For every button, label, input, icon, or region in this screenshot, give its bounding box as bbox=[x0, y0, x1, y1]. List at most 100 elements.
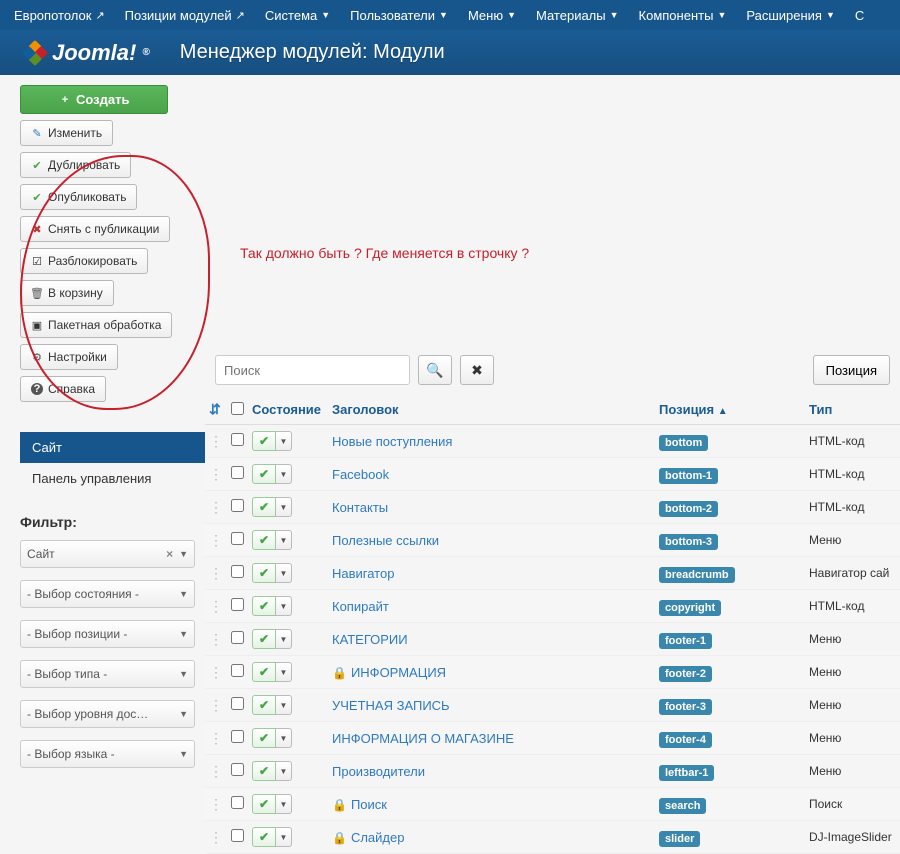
tab-admin[interactable]: Панель управления bbox=[20, 463, 205, 494]
publish-state-button[interactable]: ✔▼ bbox=[252, 728, 292, 748]
drag-handle-icon[interactable]: ⋮ bbox=[209, 829, 223, 845]
col-position[interactable]: Позиция ▲ bbox=[655, 395, 805, 425]
publish-state-button[interactable]: ✔▼ bbox=[252, 794, 292, 814]
module-title-link[interactable]: Производители bbox=[332, 764, 425, 779]
duplicate-button[interactable]: ✔Дублировать bbox=[20, 152, 131, 178]
drag-handle-icon[interactable]: ⋮ bbox=[209, 532, 223, 548]
module-title-link[interactable]: Facebook bbox=[332, 467, 389, 482]
new-button[interactable]: +Создать bbox=[20, 85, 168, 114]
gear-icon: ⚙ bbox=[31, 351, 43, 363]
nav-европотолок[interactable]: Европотолок ↗ bbox=[6, 8, 113, 23]
drag-handle-icon[interactable]: ⋮ bbox=[209, 796, 223, 812]
table-row: ⋮✔▼УЧЕТНАЯ ЗАПИСЬfooter-3Меню bbox=[205, 689, 900, 722]
drag-handle-icon[interactable]: ⋮ bbox=[209, 631, 223, 647]
position-badge: bottom-2 bbox=[659, 501, 718, 517]
nav-меню[interactable]: Меню ▼ bbox=[460, 8, 524, 23]
nav-система[interactable]: Система ▼ bbox=[257, 8, 338, 23]
row-checkbox[interactable] bbox=[231, 433, 244, 446]
drag-handle-icon[interactable]: ⋮ bbox=[209, 499, 223, 515]
row-checkbox[interactable] bbox=[231, 499, 244, 512]
nav-пользователи[interactable]: Пользователи ▼ bbox=[342, 8, 456, 23]
module-title-link[interactable]: Навигатор bbox=[332, 566, 394, 581]
nav-позиции модулей[interactable]: Позиции модулей ↗ bbox=[117, 8, 253, 23]
col-type[interactable]: Тип bbox=[805, 395, 900, 425]
publish-state-button[interactable]: ✔▼ bbox=[252, 431, 292, 451]
publish-state-button[interactable]: ✔▼ bbox=[252, 563, 292, 583]
drag-handle-icon[interactable]: ⋮ bbox=[209, 664, 223, 680]
row-checkbox[interactable] bbox=[231, 796, 244, 809]
module-type: DJ-ImageSlider bbox=[805, 821, 900, 854]
row-checkbox[interactable] bbox=[231, 598, 244, 611]
row-checkbox[interactable] bbox=[231, 466, 244, 479]
drag-handle-icon[interactable]: ⋮ bbox=[209, 466, 223, 482]
row-checkbox[interactable] bbox=[231, 829, 244, 842]
row-checkbox[interactable] bbox=[231, 763, 244, 776]
publish-state-button[interactable]: ✔▼ bbox=[252, 596, 292, 616]
module-title-link[interactable]: 🔒Поиск bbox=[332, 797, 387, 812]
row-checkbox[interactable] bbox=[231, 697, 244, 710]
unlock-button[interactable]: ☑Разблокировать bbox=[20, 248, 148, 274]
tab-site[interactable]: Сайт bbox=[20, 432, 205, 463]
select-all-checkbox[interactable] bbox=[231, 402, 244, 415]
publish-state-button[interactable]: ✔▼ bbox=[252, 827, 292, 847]
clear-filter-icon[interactable]: × bbox=[166, 547, 173, 561]
drag-handle-icon[interactable]: ⋮ bbox=[209, 433, 223, 449]
chevron-down-icon: ▼ bbox=[507, 10, 516, 20]
batch-button[interactable]: ▣Пакетная обработка bbox=[20, 312, 172, 338]
module-title-link[interactable]: 🔒Слайдер bbox=[332, 830, 404, 845]
module-title-link[interactable]: УЧЕТНАЯ ЗАПИСЬ bbox=[332, 698, 450, 713]
filter-select-0[interactable]: Сайт×▼ bbox=[20, 540, 195, 568]
row-checkbox[interactable] bbox=[231, 631, 244, 644]
row-checkbox[interactable] bbox=[231, 532, 244, 545]
options-button[interactable]: ⚙Настройки bbox=[20, 344, 118, 370]
module-title-link[interactable]: Копирайт bbox=[332, 599, 389, 614]
filter-select-1[interactable]: - Выбор состояния -▼ bbox=[20, 580, 195, 608]
publish-state-button[interactable]: ✔▼ bbox=[252, 662, 292, 682]
module-title-link[interactable]: ИНФОРМАЦИЯ О МАГАЗИНЕ bbox=[332, 731, 514, 746]
position-badge: footer-4 bbox=[659, 732, 712, 748]
publish-state-button[interactable]: ✔▼ bbox=[252, 695, 292, 715]
help-button[interactable]: ?Справка bbox=[20, 376, 106, 402]
publish-state-button[interactable]: ✔▼ bbox=[252, 629, 292, 649]
module-title-link[interactable]: Контакты bbox=[332, 500, 388, 515]
published-icon: ✔ bbox=[252, 464, 276, 484]
col-state[interactable]: Состояние bbox=[248, 395, 328, 425]
row-checkbox[interactable] bbox=[231, 664, 244, 677]
publish-state-button[interactable]: ✔▼ bbox=[252, 761, 292, 781]
sort-order-icon[interactable]: ⇵ bbox=[209, 401, 221, 417]
filter-select-5[interactable]: - Выбор языка -▼ bbox=[20, 740, 195, 768]
col-title[interactable]: Заголовок bbox=[328, 395, 655, 425]
unpublish-button[interactable]: ✖Снять с публикации bbox=[20, 216, 170, 242]
module-title-link[interactable]: КАТЕГОРИИ bbox=[332, 632, 408, 647]
drag-handle-icon[interactable]: ⋮ bbox=[209, 598, 223, 614]
position-dropdown-button[interactable]: Позиция bbox=[813, 355, 890, 385]
publish-state-button[interactable]: ✔▼ bbox=[252, 464, 292, 484]
row-checkbox[interactable] bbox=[231, 565, 244, 578]
trash-button[interactable]: 🗑В корзину bbox=[20, 280, 114, 306]
search-input[interactable] bbox=[215, 355, 410, 385]
drag-handle-icon[interactable]: ⋮ bbox=[209, 697, 223, 713]
row-checkbox[interactable] bbox=[231, 730, 244, 743]
nav-с[interactable]: С bbox=[847, 8, 872, 23]
drag-handle-icon[interactable]: ⋮ bbox=[209, 763, 223, 779]
module-title-link[interactable]: 🔒ИНФОРМАЦИЯ bbox=[332, 665, 446, 680]
publish-button[interactable]: ✔Опубликовать bbox=[20, 184, 137, 210]
table-row: ⋮✔▼Контактыbottom-2HTML-код bbox=[205, 491, 900, 524]
search-button[interactable]: 🔍 bbox=[418, 355, 452, 385]
nav-материалы[interactable]: Материалы ▼ bbox=[528, 8, 627, 23]
filter-select-2[interactable]: - Выбор позиции -▼ bbox=[20, 620, 195, 648]
drag-handle-icon[interactable]: ⋮ bbox=[209, 565, 223, 581]
filter-select-3[interactable]: - Выбор типа -▼ bbox=[20, 660, 195, 688]
filter-select-4[interactable]: - Выбор уровня дос…▼ bbox=[20, 700, 195, 728]
table-row: ⋮✔▼🔒ПоискsearchПоиск bbox=[205, 788, 900, 821]
module-title-link[interactable]: Новые поступления bbox=[332, 434, 452, 449]
sort-asc-icon: ▲ bbox=[718, 406, 728, 417]
module-title-link[interactable]: Полезные ссылки bbox=[332, 533, 439, 548]
nav-расширения[interactable]: Расширения ▼ bbox=[738, 8, 843, 23]
publish-state-button[interactable]: ✔▼ bbox=[252, 497, 292, 517]
drag-handle-icon[interactable]: ⋮ bbox=[209, 730, 223, 746]
edit-button[interactable]: ✎Изменить bbox=[20, 120, 113, 146]
publish-state-button[interactable]: ✔▼ bbox=[252, 530, 292, 550]
clear-search-button[interactable]: ✖ bbox=[460, 355, 494, 385]
nav-компоненты[interactable]: Компоненты ▼ bbox=[631, 8, 735, 23]
